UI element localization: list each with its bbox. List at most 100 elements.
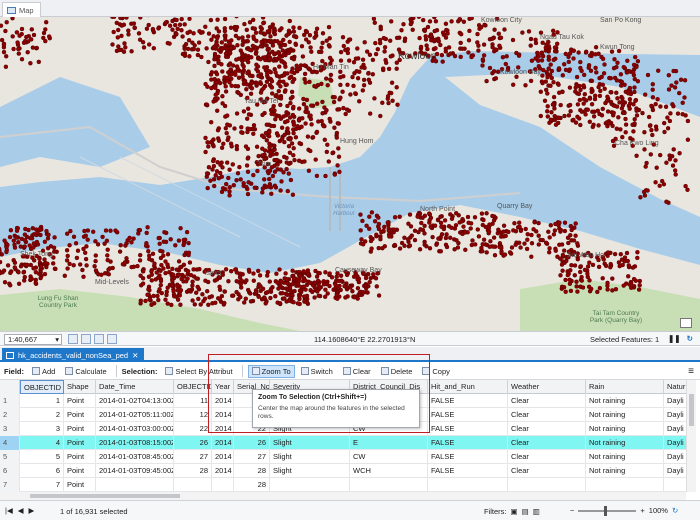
row-number[interactable]: 5 [0, 450, 20, 464]
zoom-level[interactable]: 100% [649, 506, 668, 515]
table-cell[interactable]: 2014-01-03T03:00:00Z [96, 422, 174, 436]
column-header[interactable]: Rain [586, 380, 664, 394]
table-cell[interactable]: Not raining [586, 394, 664, 408]
table-cell[interactable]: 2014-01-03T09:45:00Z [96, 464, 174, 478]
table-cell[interactable]: 28 [174, 464, 212, 478]
table-cell[interactable]: Slight [270, 436, 350, 450]
table-cell[interactable] [212, 478, 234, 492]
filter-selection-icon[interactable]: ▤ [522, 507, 529, 516]
table-cell[interactable]: Clear [508, 450, 586, 464]
table-cell[interactable]: 26 [174, 436, 212, 450]
first-record-icon[interactable]: |◀ [5, 506, 13, 515]
table-menu-icon[interactable]: ≡ [688, 366, 694, 377]
table-cell[interactable]: 4 [20, 436, 64, 450]
table-cell[interactable]: Not raining [586, 450, 664, 464]
table-cell[interactable]: FALSE [428, 408, 508, 422]
table-cell[interactable]: Slight [270, 450, 350, 464]
column-header[interactable]: Date_Time [96, 380, 174, 394]
table-cell[interactable]: 22 [174, 422, 212, 436]
grid-icon[interactable] [81, 334, 91, 344]
table-cell[interactable]: 2014 [212, 464, 234, 478]
table-cell[interactable]: Dayli [664, 464, 686, 478]
table-cell[interactable]: Point [64, 436, 96, 450]
refresh-table-icon[interactable]: ↻ [672, 506, 678, 515]
table-cell[interactable]: Point [64, 478, 96, 492]
selected-features-count[interactable]: Selected Features: 1 [590, 335, 659, 344]
table-cell[interactable]: CW [350, 450, 428, 464]
table-cell[interactable]: 26 [234, 436, 270, 450]
full-extent-icon[interactable] [107, 334, 117, 344]
row-number[interactable]: 2 [0, 408, 20, 422]
table-cell[interactable]: 2014-01-02T04:13:00Z [96, 394, 174, 408]
column-header[interactable]: Hit_and_Run [428, 380, 508, 394]
table-cell[interactable]: Clear [508, 408, 586, 422]
table-cell[interactable]: 2 [20, 408, 64, 422]
table-cell[interactable]: Point [64, 422, 96, 436]
fixed-zoom-icon[interactable] [68, 334, 78, 344]
column-header[interactable]: Natur [664, 380, 686, 394]
row-number[interactable]: 1 [0, 394, 20, 408]
table-cell[interactable]: Not raining [586, 408, 664, 422]
table-cell[interactable]: 1 [20, 394, 64, 408]
zoom-in-icon[interactable]: + [640, 506, 644, 515]
prev-record-icon[interactable]: ◀ [18, 506, 24, 515]
horizontal-scrollbar[interactable] [0, 492, 686, 500]
table-cell[interactable]: 27 [174, 450, 212, 464]
row-number[interactable]: 7 [0, 478, 20, 492]
scroll-thumb[interactable] [30, 494, 180, 498]
table-cell[interactable]: 28 [234, 464, 270, 478]
table-cell[interactable]: E [350, 436, 428, 450]
table-cell[interactable] [174, 478, 212, 492]
table-cell[interactable]: Not raining [586, 422, 664, 436]
slider-knob[interactable] [604, 505, 608, 516]
table-row[interactable]: 4 4 Point 2014-01-03T08:15:00Z 26 2014 26 Sligh… [0, 436, 686, 450]
close-icon[interactable]: ✕ [132, 351, 138, 360]
row-number[interactable]: 4 [0, 436, 20, 450]
table-cell[interactable]: Clear [508, 464, 586, 478]
table-cell[interactable]: Dayli [664, 408, 686, 422]
table-cell[interactable]: 3 [20, 422, 64, 436]
table-cell[interactable]: 7 [20, 478, 64, 492]
table-cell[interactable]: 2014-01-03T08:15:00Z [96, 436, 174, 450]
table-cell[interactable]: Dayli [664, 436, 686, 450]
table-cell[interactable]: Point [64, 450, 96, 464]
table-cell[interactable]: Dayli [664, 450, 686, 464]
table-row[interactable]: 6 6 Point 2014-01-03T09:45:00Z 28 2014 28 Sligh… [0, 464, 686, 478]
feedback-icon[interactable] [680, 318, 692, 328]
row-number[interactable]: 3 [0, 422, 20, 436]
table-cell[interactable]: Dayli [664, 422, 686, 436]
table-cell[interactable] [664, 478, 686, 492]
column-header[interactable]: Weather [508, 380, 586, 394]
column-header[interactable]: Shape [64, 380, 96, 394]
column-header[interactable]: OBJECTID [174, 380, 212, 394]
zoom-slider[interactable] [578, 505, 637, 516]
row-number[interactable]: 6 [0, 464, 20, 478]
table-row[interactable]: 5 5 Point 2014-01-03T08:45:00Z 27 2014 27 Sligh… [0, 450, 686, 464]
pause-icon[interactable]: ❚❚ [668, 334, 681, 343]
map-canvas[interactable]: Kowloon Ho Man Tin Yau Ma Tei Hung Hom T… [0, 17, 700, 331]
table-cell[interactable]: Point [64, 394, 96, 408]
calculate-field-button[interactable]: Calculate [61, 365, 110, 378]
refresh-icon[interactable]: ↻ [687, 334, 693, 343]
table-cell[interactable]: 2014 [212, 450, 234, 464]
table-row[interactable]: 7 7 Point 28 [0, 478, 686, 492]
table-cell[interactable]: FALSE [428, 450, 508, 464]
table-cell[interactable]: FALSE [428, 394, 508, 408]
table-cell[interactable]: 2014-01-02T05:11:00Z [96, 408, 174, 422]
add-field-button[interactable]: Add [28, 365, 59, 378]
table-cell[interactable] [270, 478, 350, 492]
map-view-tab[interactable]: Map [2, 2, 41, 17]
table-cell[interactable]: 27 [234, 450, 270, 464]
table-cell[interactable]: FALSE [428, 422, 508, 436]
table-cell[interactable]: WCH [350, 464, 428, 478]
filter-sql-icon[interactable]: ▥ [533, 507, 540, 516]
table-cell[interactable]: Not raining [586, 436, 664, 450]
zoom-out-icon[interactable]: − [570, 506, 574, 515]
table-cell[interactable]: Clear [508, 394, 586, 408]
table-cell[interactable]: 2014 [212, 436, 234, 450]
table-cell[interactable]: 11 [174, 394, 212, 408]
table-cell[interactable]: Dayli [664, 394, 686, 408]
table-cell[interactable]: Slight [270, 464, 350, 478]
table-cell[interactable]: 5 [20, 450, 64, 464]
scale-dropdown[interactable]: 1:40,667 ▾ [4, 334, 62, 345]
